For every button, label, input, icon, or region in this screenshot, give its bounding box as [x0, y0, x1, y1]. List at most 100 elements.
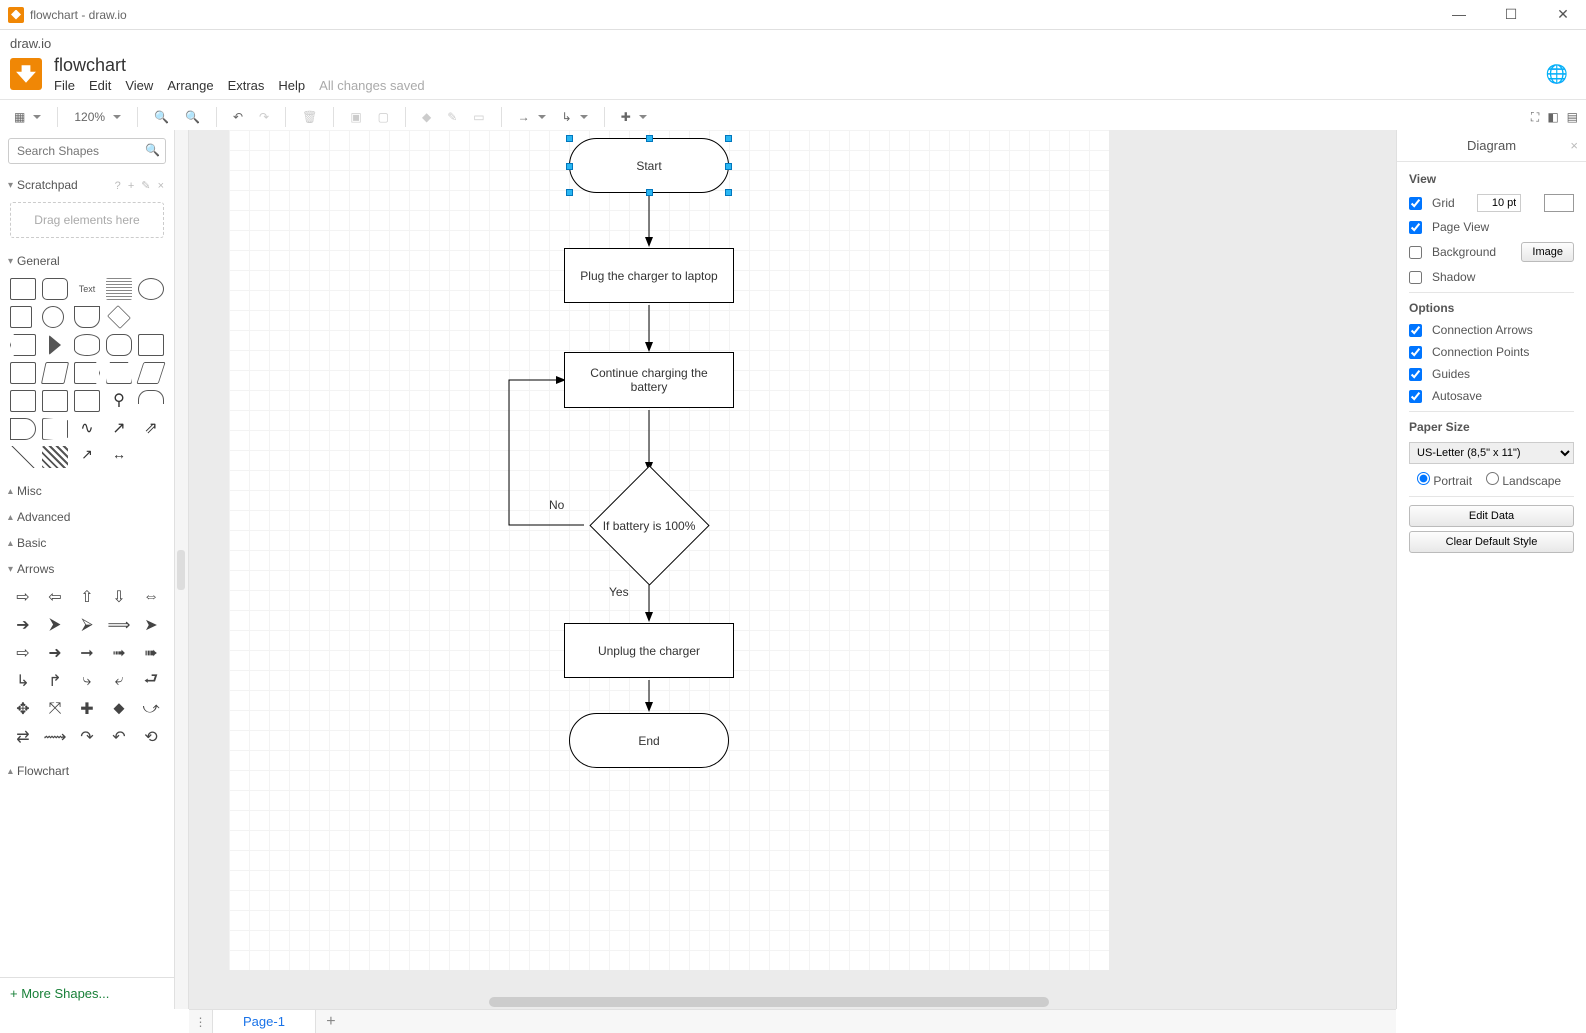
arrow-a5[interactable]: ➠: [138, 642, 164, 664]
shape-circle[interactable]: [42, 306, 64, 328]
shape-roundrect[interactable]: [42, 278, 68, 300]
fill-color-icon[interactable]: ◆: [416, 106, 437, 128]
arrow-z5[interactable]: ⟲: [138, 726, 164, 748]
zoom-in-icon[interactable]: 🔍: [148, 106, 175, 128]
shape-text[interactable]: Text: [74, 278, 100, 300]
zoom-level[interactable]: 120%: [68, 106, 127, 128]
arrow-quad[interactable]: ✥: [10, 698, 36, 720]
shape-arrow-ne[interactable]: ↗: [106, 418, 132, 440]
arrow-z2[interactable]: ⟿: [42, 726, 68, 748]
close-button[interactable]: ✕: [1548, 6, 1578, 23]
arrow-corner1[interactable]: ↳: [10, 670, 36, 692]
section-general[interactable]: ▾General: [0, 248, 174, 274]
shape-bracket[interactable]: [138, 390, 164, 404]
grid-checkbox[interactable]: [1409, 197, 1422, 210]
shape-diamond[interactable]: [107, 305, 131, 329]
canvas[interactable]: Start Plug the charger to laptop Continu…: [189, 130, 1396, 1009]
arrow-z3[interactable]: ↷: [74, 726, 100, 748]
arrow-z4[interactable]: ↶: [106, 726, 132, 748]
edge-label-yes[interactable]: Yes: [609, 585, 629, 599]
conn-points-checkbox[interactable]: [1409, 346, 1422, 359]
tabs-menu-icon[interactable]: ⋮: [189, 1010, 213, 1033]
shape-or[interactable]: [10, 418, 36, 440]
shape-hex[interactable]: [138, 306, 164, 328]
line-color-icon[interactable]: ✎: [441, 106, 463, 128]
section-arrows[interactable]: ▾Arrows: [0, 556, 174, 582]
shape-cylinder[interactable]: [74, 334, 100, 356]
arrow-right[interactable]: ⇨: [10, 586, 36, 608]
shape-internal[interactable]: [10, 362, 36, 384]
to-front-icon[interactable]: ▣: [344, 106, 367, 128]
node-end[interactable]: End: [569, 713, 729, 768]
arrow-lr[interactable]: ⇔: [138, 586, 164, 608]
arrow-slim[interactable]: ➤: [138, 614, 164, 636]
shape-ellipse[interactable]: [138, 278, 164, 300]
node-start[interactable]: Start: [569, 138, 729, 193]
conn-arrows-checkbox[interactable]: [1409, 324, 1422, 337]
background-image-button[interactable]: Image: [1521, 242, 1574, 262]
add-page-button[interactable]: +: [316, 1010, 346, 1033]
zoom-out-icon[interactable]: 🔍: [179, 106, 206, 128]
arrow-z1[interactable]: ⇄: [10, 726, 36, 748]
arrow-a2[interactable]: ➜: [42, 642, 68, 664]
arrow-down[interactable]: ⇩: [106, 586, 132, 608]
shadow-checkbox[interactable]: [1409, 271, 1422, 284]
shadow-icon[interactable]: ▭: [467, 106, 490, 128]
tab-page-1[interactable]: Page-1: [213, 1010, 316, 1033]
document-title[interactable]: flowchart: [54, 55, 425, 76]
arrow-left[interactable]: ⇦: [42, 586, 68, 608]
arrow-thin-r[interactable]: ➔: [10, 614, 36, 636]
insert-icon[interactable]: ✚: [615, 106, 653, 128]
shape-parallelogram[interactable]: [136, 362, 165, 384]
arrow-corner3[interactable]: ⤷: [74, 670, 100, 692]
menu-help[interactable]: Help: [278, 78, 305, 93]
background-checkbox[interactable]: [1409, 246, 1422, 259]
shape-callout[interactable]: [74, 390, 100, 412]
shape-line-biarrow[interactable]: ↔: [106, 446, 132, 468]
shape-line-arrow[interactable]: ↗: [74, 446, 100, 468]
arrow-tri[interactable]: ⤧: [42, 698, 68, 720]
delete-icon[interactable]: 🗑: [296, 106, 323, 128]
shape-triangle[interactable]: [49, 335, 61, 355]
shape-process[interactable]: [74, 306, 100, 328]
shape-card[interactable]: [42, 390, 68, 412]
shape-square[interactable]: [10, 306, 32, 328]
scratchpad-tools[interactable]: ? + ✎ ×: [115, 179, 166, 192]
grid-size-input[interactable]: [1477, 194, 1521, 212]
arrow-cross[interactable]: ✚: [74, 698, 100, 720]
menu-edit[interactable]: Edit: [89, 78, 111, 93]
arrow-a1[interactable]: ⇨: [10, 642, 36, 664]
search-shapes-input[interactable]: [8, 138, 166, 164]
arrow-callout[interactable]: ⬥: [106, 698, 132, 720]
view-mode-button[interactable]: ▦: [8, 106, 47, 128]
node-plug[interactable]: Plug the charger to laptop: [564, 248, 734, 303]
edge-label-no[interactable]: No: [549, 498, 564, 512]
shape-curve[interactable]: ∿: [74, 418, 100, 440]
arrow-corner4[interactable]: ⤶: [106, 670, 132, 692]
section-misc[interactable]: ▸Misc: [0, 478, 174, 504]
more-shapes-button[interactable]: More Shapes...: [0, 977, 174, 1009]
guides-checkbox[interactable]: [1409, 368, 1422, 381]
shape-rect[interactable]: [10, 278, 36, 300]
arrow-bent[interactable]: ⮐: [138, 670, 164, 692]
shape-trap[interactable]: [106, 362, 132, 384]
edit-data-button[interactable]: Edit Data: [1409, 505, 1574, 527]
section-basic[interactable]: ▸Basic: [0, 530, 174, 556]
node-continue[interactable]: Continue charging the battery: [564, 352, 734, 408]
search-icon[interactable]: 🔍: [145, 143, 160, 157]
waypoint-style-icon[interactable]: ↳: [556, 106, 594, 128]
language-icon[interactable]: 🌐: [1546, 64, 1576, 85]
arrow-up[interactable]: ⇧: [74, 586, 100, 608]
shape-arrow-step[interactable]: [74, 362, 100, 384]
orientation-portrait[interactable]: Portrait: [1417, 472, 1472, 488]
redo-icon[interactable]: ↷: [253, 106, 275, 128]
shape-cloud[interactable]: [106, 334, 132, 356]
grid-color-swatch[interactable]: [1544, 194, 1574, 212]
orientation-landscape[interactable]: Landscape: [1486, 472, 1561, 488]
shape-doc[interactable]: [138, 334, 164, 356]
shape-step[interactable]: [10, 334, 36, 356]
arrow-wide[interactable]: ⟹: [106, 614, 132, 636]
shape-actor[interactable]: ⚲: [106, 390, 132, 412]
autosave-checkbox[interactable]: [1409, 390, 1422, 403]
menu-extras[interactable]: Extras: [228, 78, 265, 93]
